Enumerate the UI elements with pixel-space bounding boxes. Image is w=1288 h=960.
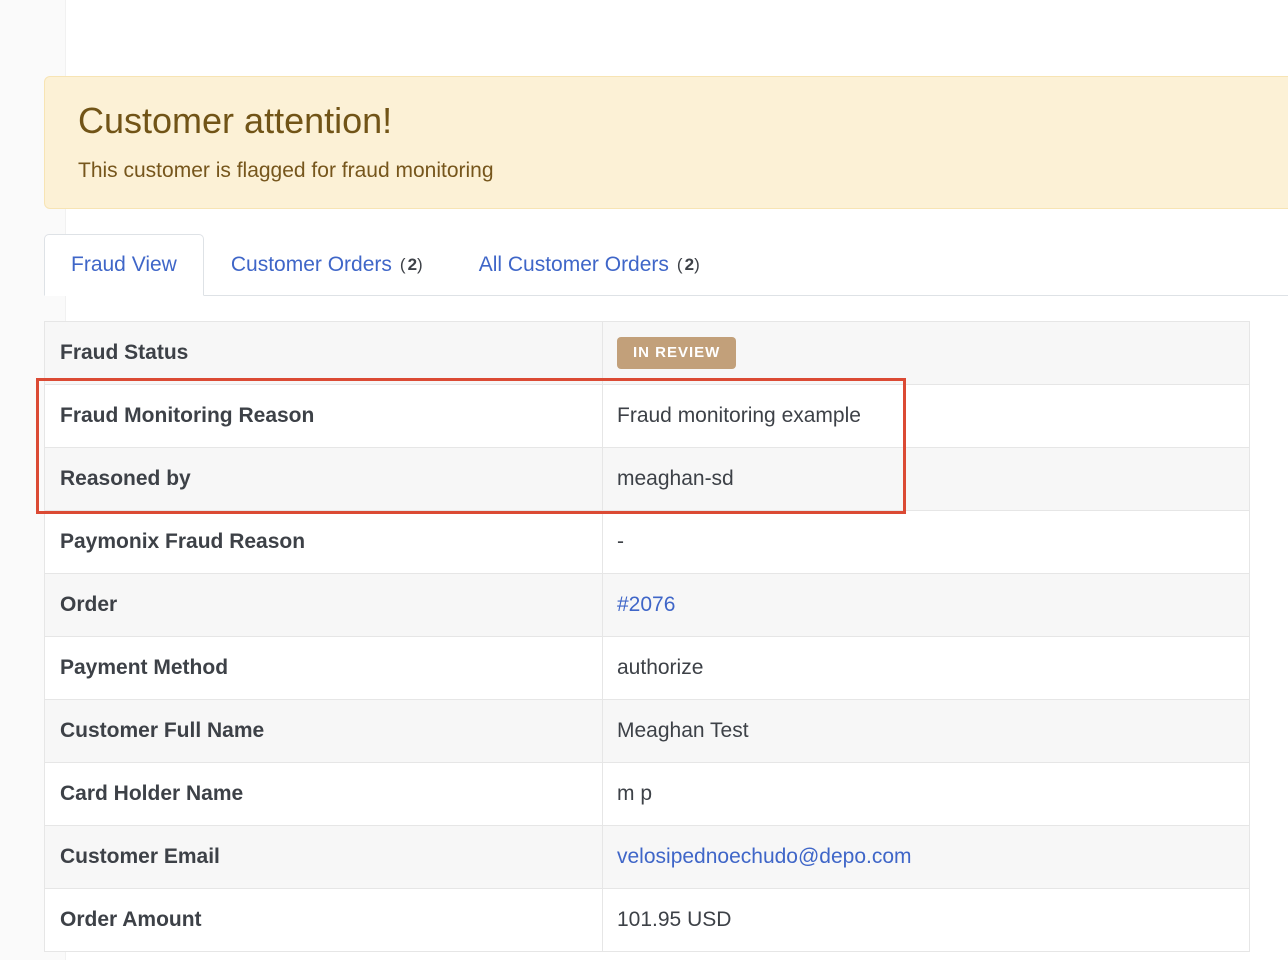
table-row-reasoned-by: Reasoned by meaghan-sd [44,447,1250,511]
tab-label: Fraud View [71,253,177,276]
table-row-card-holder-name: Card Holder Name m p [44,762,1250,826]
customer-attention-alert: Customer attention! This customer is fla… [44,76,1288,209]
row-value: meaghan-sd [602,447,1250,511]
table-row-fraud-monitoring-reason: Fraud Monitoring Reason Fraud monitoring… [44,384,1250,448]
row-value: velosipednoechudo@depo.com [602,825,1250,889]
row-label: Reasoned by [44,447,603,511]
row-label: Fraud Status [44,321,603,385]
row-value: authorize [602,636,1250,700]
order-link[interactable]: #2076 [617,593,675,616]
tab-count-badge: (2) [676,254,702,274]
alert-title: Customer attention! [78,100,393,141]
tab-label: All Customer Orders [478,252,669,276]
row-value: m p [602,762,1250,826]
row-label: Paymonix Fraud Reason [44,510,603,574]
status-badge: IN REVIEW [617,337,737,369]
row-value: IN REVIEW [602,321,1250,385]
row-value: #2076 [602,573,1250,637]
row-label: Customer Full Name [44,699,603,763]
row-value: Fraud monitoring example [602,384,1250,448]
row-value: - [602,510,1250,574]
row-label: Order [44,573,603,637]
row-label: Payment Method [44,636,603,700]
fraud-view-page: Customer attention! This customer is fla… [36,0,1288,960]
table-row-fraud-status: Fraud Status IN REVIEW [44,321,1250,385]
row-label: Fraud Monitoring Reason [44,384,603,448]
row-label: Order Amount [44,888,603,952]
tab-count-badge: (2) [399,254,425,274]
customer-email-link[interactable]: velosipednoechudo@depo.com [617,845,912,868]
table-row-customer-full-name: Customer Full Name Meaghan Test [44,699,1250,763]
table-row-customer-email: Customer Email velosipednoechudo@depo.co… [44,825,1250,889]
row-value: 101.95 USD [602,888,1250,952]
tab-fraud-view[interactable]: Fraud View [44,234,204,296]
alert-message: This customer is flagged for fraud monit… [78,159,494,182]
tab-customer-orders[interactable]: Customer Orders (2) [204,234,452,295]
tab-all-customer-orders[interactable]: All Customer Orders (2) [452,234,729,295]
row-label: Customer Email [44,825,603,889]
tab-label: Customer Orders [230,252,392,276]
table-row-order-amount: Order Amount 101.95 USD [44,888,1250,952]
table-row-payment-method: Payment Method authorize [44,636,1250,700]
row-label: Card Holder Name [44,762,603,826]
table-row-paymonix-fraud-reason: Paymonix Fraud Reason - [44,510,1250,574]
tab-bar: Fraud View Customer Orders (2) All Custo… [44,234,1288,296]
table-row-order: Order #2076 [44,573,1250,637]
row-value: Meaghan Test [602,699,1250,763]
fraud-details-table: Fraud Status IN REVIEW Fraud Monitoring … [44,321,1250,952]
